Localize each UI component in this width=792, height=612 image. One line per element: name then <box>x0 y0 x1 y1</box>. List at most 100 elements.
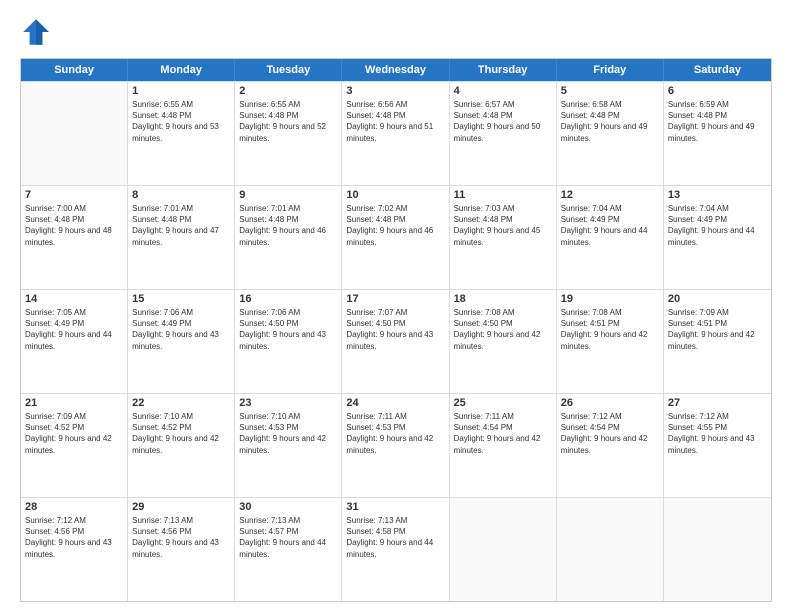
calendar-cell: 23Sunrise: 7:10 AMSunset: 4:53 PMDayligh… <box>235 394 342 497</box>
cell-info: Sunrise: 6:55 AMSunset: 4:48 PMDaylight:… <box>239 99 337 144</box>
day-number: 11 <box>454 189 552 201</box>
day-number: 19 <box>561 293 659 305</box>
calendar-cell: 10 Sunrise: 7:02 AMSunset: 4:48 PMDayligh… <box>342 186 449 289</box>
day-number: 12 <box>561 189 659 201</box>
cell-info: Sunrise: 7:06 AMSunset: 4:50 PMDaylight:… <box>239 307 337 352</box>
logo <box>20 16 58 48</box>
cell-info: Sunrise: 6:55 AMSunset: 4:48 PMDaylight:… <box>132 99 230 144</box>
day-number: 9 <box>239 189 337 201</box>
calendar-header: SundayMondayTuesdayWednesdayThursdayFrid… <box>21 59 771 81</box>
calendar-cell: 19 Sunrise: 7:08 AMSunset: 4:51 PMDayligh… <box>557 290 664 393</box>
cell-info: Sunrise: 7:03 AMSunset: 4:48 PMDaylight:… <box>454 203 552 248</box>
calendar-cell: 17 Sunrise: 7:07 AMSunset: 4:50 PMDayligh… <box>342 290 449 393</box>
cell-info: Sunrise: 7:12 AMSunset: 4:54 PMDaylight:… <box>561 411 659 456</box>
calendar-cell: 20 Sunrise: 7:09 AMSunset: 4:51 PMDayligh… <box>664 290 771 393</box>
day-number: 4 <box>454 85 552 97</box>
day-number: 1 <box>132 85 230 97</box>
day-number: 31 <box>346 501 444 513</box>
cell-info: Sunrise: 7:08 AMSunset: 4:51 PMDaylight:… <box>561 307 659 352</box>
cell-info: Sunrise: 7:12 AMSunset: 4:56 PMDaylight:… <box>25 515 123 560</box>
day-number: 10 <box>346 189 444 201</box>
day-number: 26 <box>561 397 659 409</box>
calendar-cell: 27Sunrise: 7:12 AMSunset: 4:55 PMDayligh… <box>664 394 771 497</box>
calendar-row: 14 Sunrise: 7:05 AMSunset: 4:49 PMDayligh… <box>21 289 771 393</box>
weekday-header: Friday <box>557 59 664 81</box>
calendar: SundayMondayTuesdayWednesdayThursdayFrid… <box>20 58 772 602</box>
calendar-cell: 13 Sunrise: 7:04 AMSunset: 4:49 PMDayligh… <box>664 186 771 289</box>
day-number: 29 <box>132 501 230 513</box>
day-number: 21 <box>25 397 123 409</box>
cell-info: Sunrise: 7:04 AMSunset: 4:49 PMDaylight:… <box>561 203 659 248</box>
calendar-cell: 1 Sunrise: 6:55 AMSunset: 4:48 PMDaylight… <box>128 82 235 185</box>
calendar-cell: 22Sunrise: 7:10 AMSunset: 4:52 PMDayligh… <box>128 394 235 497</box>
day-number: 22 <box>132 397 230 409</box>
calendar-cell: 8 Sunrise: 7:01 AMSunset: 4:48 PMDaylight… <box>128 186 235 289</box>
calendar-cell: 29 Sunrise: 7:13 AMSunset: 4:56 PMDayligh… <box>128 498 235 601</box>
day-number: 30 <box>239 501 337 513</box>
cell-info: Sunrise: 7:09 AMSunset: 4:52 PMDaylight:… <box>25 411 123 456</box>
calendar-row: 28 Sunrise: 7:12 AMSunset: 4:56 PMDayligh… <box>21 497 771 601</box>
calendar-cell: 2 Sunrise: 6:55 AMSunset: 4:48 PMDaylight… <box>235 82 342 185</box>
calendar-cell <box>450 498 557 601</box>
calendar-cell: 11 Sunrise: 7:03 AMSunset: 4:48 PMDayligh… <box>450 186 557 289</box>
calendar-cell: 7Sunrise: 7:00 AMSunset: 4:48 PMDaylight… <box>21 186 128 289</box>
cell-info: Sunrise: 6:59 AMSunset: 4:48 PMDaylight:… <box>668 99 767 144</box>
calendar-cell: 3 Sunrise: 6:56 AMSunset: 4:48 PMDaylight… <box>342 82 449 185</box>
calendar-cell: 6 Sunrise: 6:59 AMSunset: 4:48 PMDaylight… <box>664 82 771 185</box>
calendar-cell: 31 Sunrise: 7:13 AMSunset: 4:58 PMDayligh… <box>342 498 449 601</box>
cell-info: Sunrise: 7:09 AMSunset: 4:51 PMDaylight:… <box>668 307 767 352</box>
cell-info: Sunrise: 7:08 AMSunset: 4:50 PMDaylight:… <box>454 307 552 352</box>
calendar-cell: 16 Sunrise: 7:06 AMSunset: 4:50 PMDayligh… <box>235 290 342 393</box>
calendar-cell: 21 Sunrise: 7:09 AMSunset: 4:52 PMDayligh… <box>21 394 128 497</box>
calendar-body: 1 Sunrise: 6:55 AMSunset: 4:48 PMDaylight… <box>21 81 771 601</box>
day-number: 15 <box>132 293 230 305</box>
cell-info: Sunrise: 7:13 AMSunset: 4:58 PMDaylight:… <box>346 515 444 560</box>
calendar-cell: 26 Sunrise: 7:12 AMSunset: 4:54 PMDayligh… <box>557 394 664 497</box>
day-number: 20 <box>668 293 767 305</box>
day-number: 16 <box>239 293 337 305</box>
cell-info: Sunrise: 7:11 AMSunset: 4:54 PMDaylight:… <box>454 411 552 456</box>
cell-info: Sunrise: 7:07 AMSunset: 4:50 PMDaylight:… <box>346 307 444 352</box>
day-number: 2 <box>239 85 337 97</box>
cell-info: Sunrise: 7:06 AMSunset: 4:49 PMDaylight:… <box>132 307 230 352</box>
weekday-header: Monday <box>128 59 235 81</box>
day-number: 14 <box>25 293 123 305</box>
cell-info: Sunrise: 6:56 AMSunset: 4:48 PMDaylight:… <box>346 99 444 144</box>
day-number: 27 <box>668 397 767 409</box>
cell-info: Sunrise: 6:58 AMSunset: 4:48 PMDaylight:… <box>561 99 659 144</box>
day-number: 6 <box>668 85 767 97</box>
cell-info: Sunrise: 7:11 AMSunset: 4:53 PMDaylight:… <box>346 411 444 456</box>
day-number: 24 <box>346 397 444 409</box>
day-number: 8 <box>132 189 230 201</box>
day-number: 28 <box>25 501 123 513</box>
calendar-row: 1 Sunrise: 6:55 AMSunset: 4:48 PMDaylight… <box>21 81 771 185</box>
logo-icon <box>20 16 52 48</box>
cell-info: Sunrise: 7:05 AMSunset: 4:49 PMDaylight:… <box>25 307 123 352</box>
cell-info: Sunrise: 6:57 AMSunset: 4:48 PMDaylight:… <box>454 99 552 144</box>
calendar-cell: 24 Sunrise: 7:11 AMSunset: 4:53 PMDayligh… <box>342 394 449 497</box>
calendar-cell: 14 Sunrise: 7:05 AMSunset: 4:49 PMDayligh… <box>21 290 128 393</box>
header <box>20 16 772 48</box>
calendar-cell: 12 Sunrise: 7:04 AMSunset: 4:49 PMDayligh… <box>557 186 664 289</box>
calendar-cell: 18 Sunrise: 7:08 AMSunset: 4:50 PMDayligh… <box>450 290 557 393</box>
day-number: 17 <box>346 293 444 305</box>
calendar-cell: 9 Sunrise: 7:01 AMSunset: 4:48 PMDaylight… <box>235 186 342 289</box>
calendar-cell: 25 Sunrise: 7:11 AMSunset: 4:54 PMDayligh… <box>450 394 557 497</box>
day-number: 13 <box>668 189 767 201</box>
day-number: 3 <box>346 85 444 97</box>
day-number: 18 <box>454 293 552 305</box>
weekday-header: Thursday <box>450 59 557 81</box>
weekday-header: Wednesday <box>342 59 449 81</box>
day-number: 5 <box>561 85 659 97</box>
cell-info: Sunrise: 7:01 AMSunset: 4:48 PMDaylight:… <box>239 203 337 248</box>
cell-info: Sunrise: 7:01 AMSunset: 4:48 PMDaylight:… <box>132 203 230 248</box>
cell-info: Sunrise: 7:13 AMSunset: 4:56 PMDaylight:… <box>132 515 230 560</box>
cell-info: Sunrise: 7:04 AMSunset: 4:49 PMDaylight:… <box>668 203 767 248</box>
cell-info: Sunrise: 7:10 AMSunset: 4:53 PMDaylight:… <box>239 411 337 456</box>
weekday-header: Tuesday <box>235 59 342 81</box>
calendar-cell <box>557 498 664 601</box>
day-number: 7 <box>25 189 123 201</box>
calendar-row: 21 Sunrise: 7:09 AMSunset: 4:52 PMDayligh… <box>21 393 771 497</box>
day-number: 25 <box>454 397 552 409</box>
cell-info: Sunrise: 7:02 AMSunset: 4:48 PMDaylight:… <box>346 203 444 248</box>
